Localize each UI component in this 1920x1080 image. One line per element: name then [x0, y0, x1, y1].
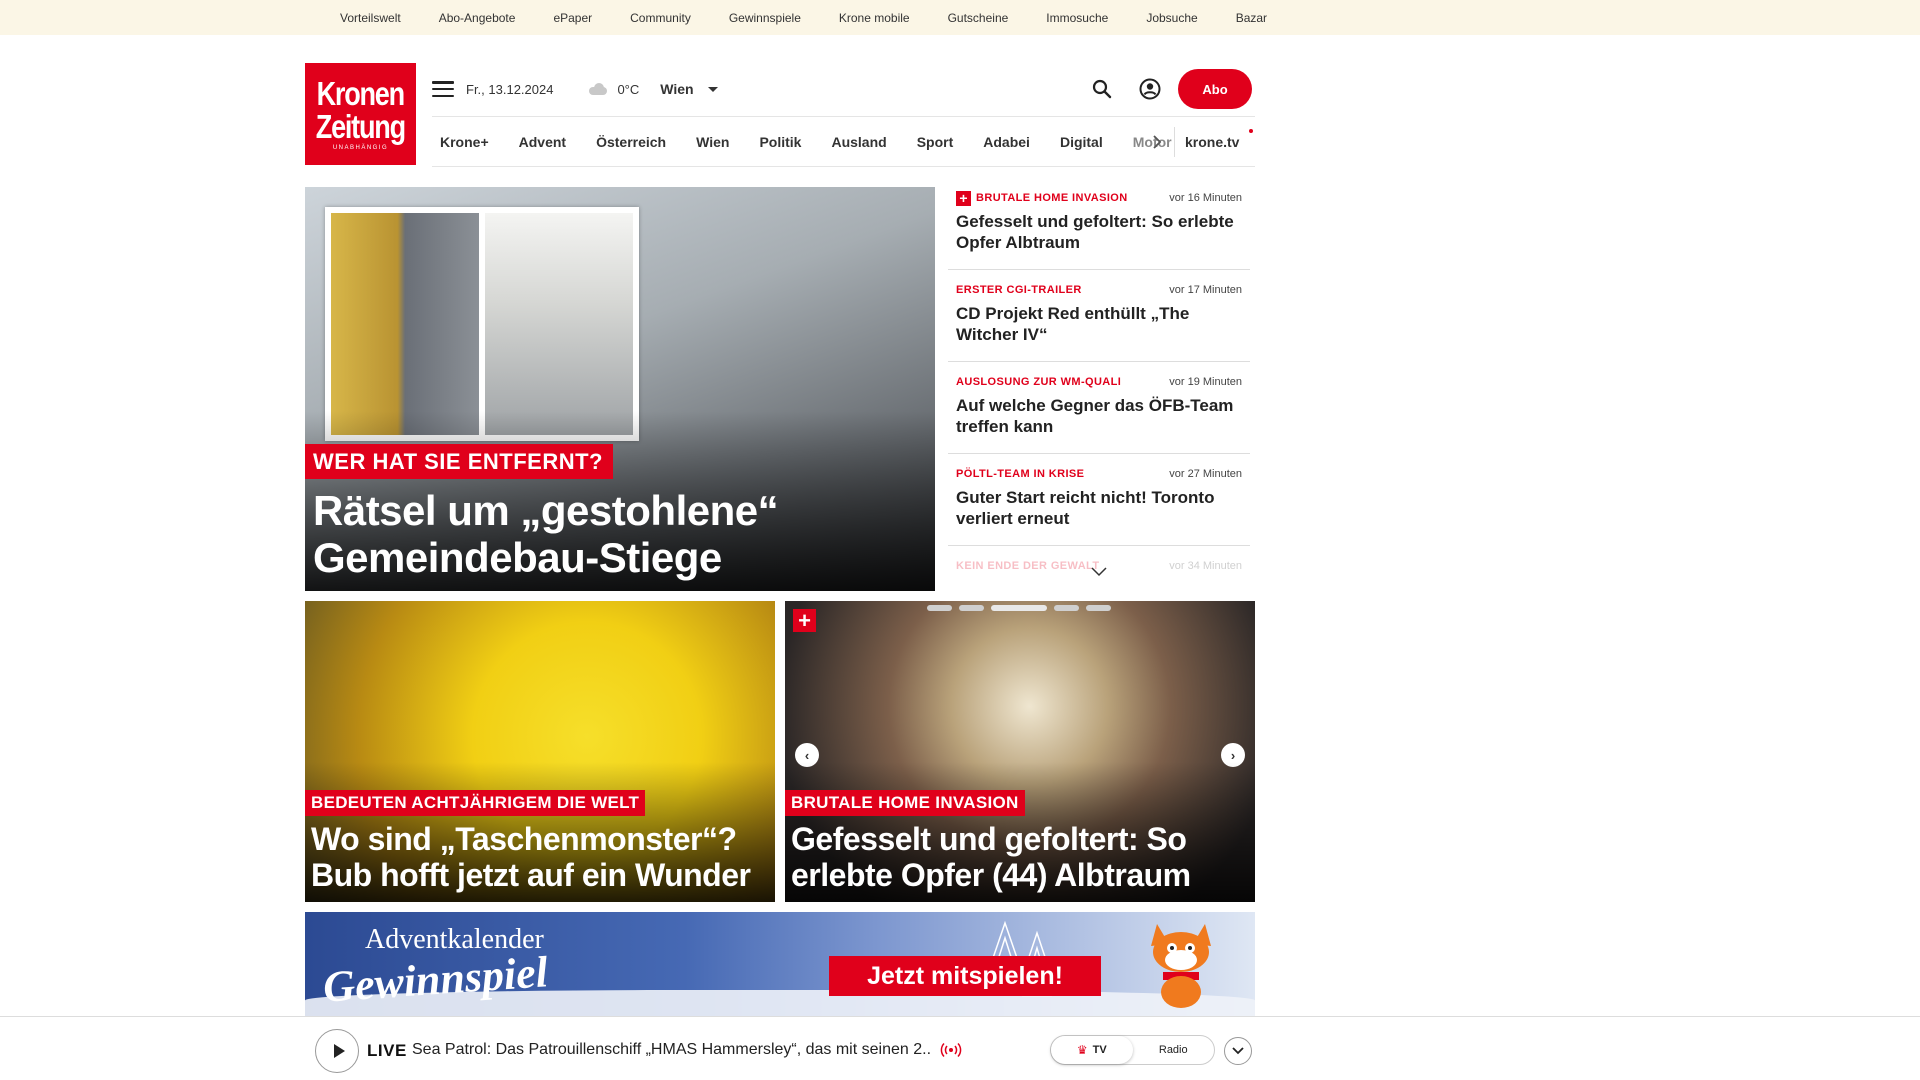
service-link[interactable]: Community — [630, 11, 691, 25]
radio-option[interactable]: Radio — [1133, 1036, 1215, 1064]
service-link[interactable]: Abo-Angebote — [439, 11, 516, 25]
carousel-card[interactable]: + ‹ › BRUTALE HOME INVASION Gefesselt un… — [785, 601, 1255, 902]
ticker-kicker: KEIN ENDE DER GEWALT — [956, 560, 1100, 572]
play-button[interactable] — [315, 1029, 359, 1073]
broadcast-icon — [940, 1042, 962, 1058]
chevron-down-icon[interactable] — [1090, 566, 1108, 578]
live-label: LIVE — [367, 1041, 407, 1060]
ticker-item[interactable]: PÖLTL-TEAM IN KRISE vor 27 Minuten Guter… — [948, 463, 1250, 546]
teaser-card[interactable]: BEDEUTEN ACHTJÄHRIGEM DIE WELT Wo sind „… — [305, 601, 775, 902]
live-player-bar: LIVE Sea Patrol: Das Patrouillenschiff „… — [0, 1016, 1920, 1080]
ticker-title[interactable]: Gefesselt und gefoltert: So erlebte Opfe… — [956, 211, 1246, 253]
carousel-dot-active[interactable] — [991, 605, 1047, 611]
carousel-dot[interactable] — [1086, 605, 1111, 611]
tv-label: TV — [1092, 1044, 1107, 1056]
service-link[interactable]: Bazar — [1236, 11, 1267, 25]
ticker-kicker: PÖLTL-TEAM IN KRISE — [956, 468, 1085, 480]
ticker-kicker: AUSLOSUNG ZUR WM-QUALI — [956, 376, 1122, 388]
nav-item-digital[interactable]: Digital — [1060, 134, 1103, 150]
hero-kicker: WER HAT SIE ENTFERNT? — [305, 444, 613, 479]
service-link[interactable]: Gutscheine — [948, 11, 1009, 25]
menu-icon[interactable] — [432, 81, 454, 97]
nav-item-oesterreich[interactable]: Österreich — [596, 134, 666, 150]
carousel-dot[interactable] — [959, 605, 984, 611]
ticker-time: vor 27 Minuten — [1169, 468, 1242, 480]
live-program-title[interactable]: Sea Patrol: Das Patrouillenschiff „HMAS … — [412, 1041, 932, 1059]
chevron-down-icon[interactable] — [707, 86, 718, 92]
nav-item-ausland[interactable]: Ausland — [831, 134, 886, 150]
nav-item-krone-tv[interactable]: krone.tv — [1185, 134, 1239, 150]
card-kicker: BEDEUTEN ACHTJÄHRIGEM DIE WELT — [305, 790, 646, 816]
krone-plus-icon: + — [793, 609, 816, 632]
fox-mascot-icon — [1151, 924, 1211, 1008]
tv-option[interactable]: ♛ TV — [1051, 1036, 1133, 1064]
nav-item-krone-plus[interactable]: Krone+ — [440, 134, 489, 150]
nav-item-adabei[interactable]: Adabei — [983, 134, 1030, 150]
nav-item-sport[interactable]: Sport — [917, 134, 954, 150]
ticker-time: vor 34 Minuten — [1169, 560, 1242, 572]
krone-plus-icon: + — [956, 190, 971, 206]
card-headline[interactable]: Gefesselt und gefoltert: So erlebte Opfe… — [791, 821, 1251, 893]
carousel-pagination — [927, 605, 1111, 611]
main-navigation: Krone+ Advent Österreich Wien Politik Au… — [432, 117, 1253, 167]
nav-item-politik[interactable]: Politik — [759, 134, 801, 150]
service-link[interactable]: Jobsuche — [1146, 11, 1197, 25]
service-bar: Vorteilswelt Abo-Angebote ePaper Communi… — [0, 0, 1920, 35]
ticker-title[interactable]: Auf welche Gegner das ÖFB-Team treffen k… — [956, 395, 1246, 437]
news-ticker: + BRUTALE HOME INVASION vor 16 Minuten Ge… — [948, 187, 1253, 587]
temperature: 0°C — [617, 81, 640, 97]
photo-stairs — [331, 213, 479, 435]
current-date: Fr., 13.12.2024 — [466, 81, 554, 97]
ticker-title[interactable]: CD Projekt Red enthüllt „The Witcher IV“ — [956, 303, 1246, 345]
tv-radio-toggle[interactable]: ♛ TV Radio — [1050, 1035, 1215, 1065]
chevron-right-icon[interactable] — [1152, 135, 1162, 149]
abo-button[interactable]: Abo — [1178, 69, 1252, 109]
service-links: Vorteilswelt Abo-Angebote ePaper Communi… — [340, 0, 1305, 35]
carousel-dot[interactable] — [927, 605, 952, 611]
ticker-item[interactable]: + BRUTALE HOME INVASION vor 16 Minuten Ge… — [948, 187, 1250, 270]
divider — [432, 166, 1255, 167]
nav-item-advent[interactable]: Advent — [519, 134, 566, 150]
hero-inset-photos — [325, 207, 639, 441]
cloud-icon — [587, 83, 609, 95]
search-icon[interactable] — [1090, 77, 1114, 101]
photo-stairwell — [485, 213, 633, 435]
hero-article[interactable]: WER HAT SIE ENTFERNT? Rätsel um „gestohl… — [305, 187, 935, 591]
ticker-item[interactable]: ERSTER CGI-TRAILER vor 17 Minuten CD Pro… — [948, 279, 1250, 362]
card-kicker: BRUTALE HOME INVASION — [785, 790, 1025, 816]
card-headline[interactable]: Wo sind „Taschenmonster“? Bub hofft jetz… — [311, 821, 771, 893]
ticker-kicker: ERSTER CGI-TRAILER — [956, 284, 1082, 296]
divider — [1174, 127, 1175, 157]
ticker-title[interactable]: Guter Start reicht nicht! Toronto verlie… — [956, 487, 1246, 529]
expand-button[interactable] — [1224, 1037, 1252, 1065]
logo-tagline: UNABHÄNGIG — [332, 145, 389, 151]
carousel-dot[interactable] — [1054, 605, 1079, 611]
user-account-icon[interactable] — [1138, 77, 1162, 101]
service-link[interactable]: Vorteilswelt — [340, 11, 401, 25]
ticker-time: vor 16 Minuten — [1169, 192, 1242, 204]
service-link[interactable]: ePaper — [553, 11, 592, 25]
ticker-time: vor 17 Minuten — [1169, 284, 1242, 296]
kronen-zeitung-logo[interactable]: Kronen Zeitung UNABHÄNGIG — [305, 63, 416, 165]
ticker-item[interactable]: AUSLOSUNG ZUR WM-QUALI vor 19 Minuten Au… — [948, 371, 1250, 454]
ticker-time: vor 19 Minuten — [1169, 376, 1242, 388]
service-link[interactable]: Gewinnspiele — [729, 11, 801, 25]
nav-item-wien[interactable]: Wien — [696, 134, 729, 150]
city-selector[interactable]: Wien — [660, 81, 693, 97]
header-bar: Fr., 13.12.2024 0°C Wien Abo — [432, 65, 1252, 113]
service-link[interactable]: Krone mobile — [839, 11, 910, 25]
banner-cta-button[interactable]: Jetzt mitspielen! — [829, 956, 1101, 996]
crown-icon: ♛ — [1076, 1043, 1088, 1057]
logo-line-2: Zeitung — [315, 108, 406, 145]
advent-calendar-banner[interactable]: Adventkalender Gewinnspiel Jetzt mitspie… — [305, 912, 1255, 1016]
live-indicator-dot — [1249, 129, 1253, 133]
logo-line-1: Kronen — [316, 75, 406, 112]
chevron-down-icon — [1232, 1047, 1244, 1055]
ticker-kicker: BRUTALE HOME INVASION — [976, 192, 1128, 204]
service-link[interactable]: Immosuche — [1046, 11, 1108, 25]
hero-headline[interactable]: Rätsel um „gestohlene“ Gemeindebau-Stieg… — [313, 487, 913, 581]
